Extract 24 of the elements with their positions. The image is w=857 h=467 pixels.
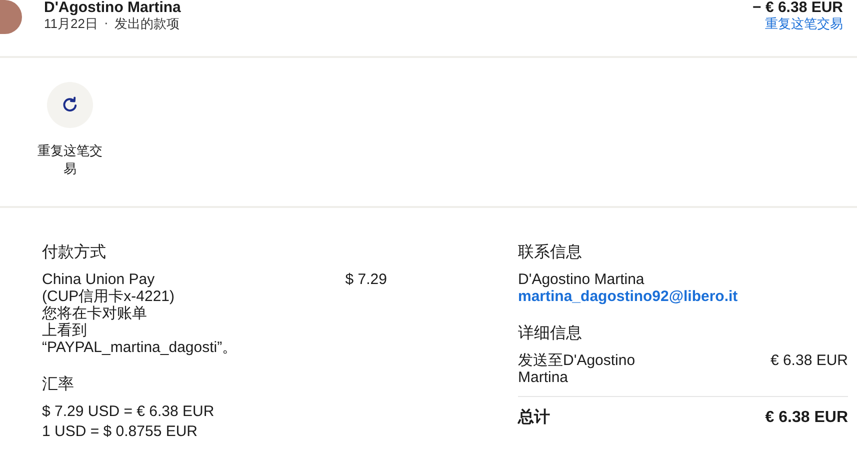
refresh-icon (61, 96, 79, 114)
payment-amount: $ 7.29 (345, 271, 387, 290)
exchange-rate-text: 1 USD = $ 0.8755 EUR (42, 423, 199, 440)
contact-name: D'Agostino Martina (518, 271, 646, 288)
payment-method-text: China Union Pay (CUP信用卡x-4221) 您将在卡对账单 上看到 “PAYPAL_martina_dagosti”。 (42, 271, 238, 356)
contact-info-heading: 联系信息 (518, 244, 583, 261)
transaction-type: 发出的款项 (114, 16, 180, 33)
repeat-label: 重复这笔交易 (36, 142, 104, 178)
email-link[interactable]: martina_dagostino92@libero.it (518, 288, 848, 305)
detail-label: 总计 (518, 409, 551, 426)
transaction-date: 11月22日 (44, 16, 98, 33)
separator: · (104, 15, 108, 32)
repeat-transaction-link[interactable]: 重复这笔交易 (765, 15, 843, 33)
detail-value: € 6.38 EUR (770, 352, 848, 371)
repeat-button[interactable] (47, 82, 93, 128)
avatar-placeholder (0, 0, 22, 34)
transaction-amount: − € 6.38 EUR (752, 0, 843, 15)
payment-method-heading: 付款方式 (42, 244, 107, 261)
exchange-rate-heading: 汇率 (42, 376, 75, 393)
detail-label: 发送至D'Agostino Martina (518, 352, 636, 386)
detail-value: € 6.38 EUR (765, 409, 848, 426)
contact-name: D'Agostino Martina (44, 0, 182, 15)
exchange-rate-text: $ 7.29 USD = € 6.38 EUR (42, 403, 216, 420)
details-heading: 详细信息 (518, 325, 583, 342)
